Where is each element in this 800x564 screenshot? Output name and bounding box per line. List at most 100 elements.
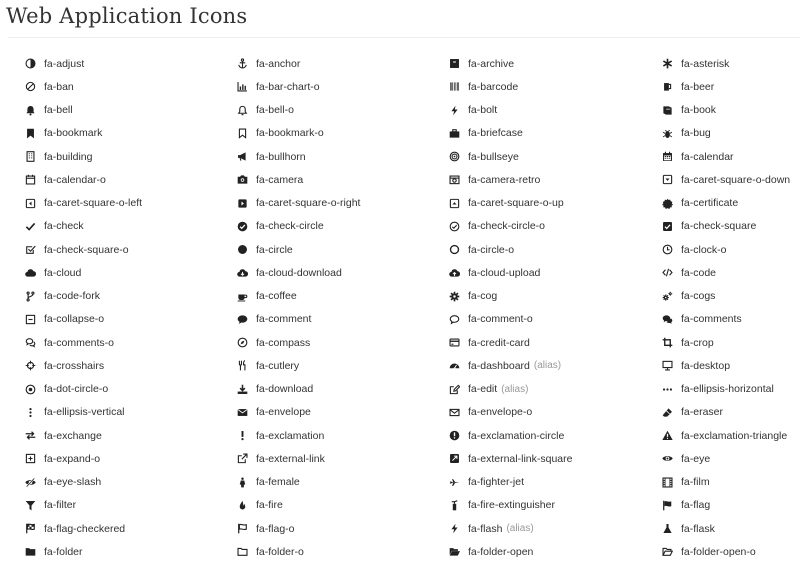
icon-list-item[interactable]: fa-compass xyxy=(212,331,424,354)
icon-list-item[interactable]: fa-building xyxy=(0,145,212,168)
icon-list-item[interactable]: fa-check-square-o xyxy=(0,238,212,261)
icon-list-item[interactable]: fa-envelope-o xyxy=(424,401,637,424)
icon-list-item[interactable]: fa-check-circle xyxy=(212,215,424,238)
icon-list-item[interactable]: fa-dot-circle-o xyxy=(0,378,212,401)
icon-list-item[interactable]: fa-camera xyxy=(212,168,424,191)
icon-list-item[interactable]: fa-folder xyxy=(0,540,212,563)
icon-list-item[interactable]: fa-credit-card xyxy=(424,331,637,354)
icon-list-item[interactable]: fa-camera-retro xyxy=(424,168,637,191)
icon-label: fa-bookmark xyxy=(44,127,103,140)
icon-list-item[interactable]: fa-fire xyxy=(212,494,424,517)
icon-list-item[interactable]: fa-comments xyxy=(637,308,800,331)
icon-label: fa-fighter-jet xyxy=(468,476,525,489)
icon-list-item[interactable]: fa-bug xyxy=(637,122,800,145)
icon-list-item[interactable]: fa-crosshairs xyxy=(0,354,212,377)
icon-list-item[interactable]: fa-bolt xyxy=(424,99,637,122)
icon-list-item[interactable]: fa-comment-o xyxy=(424,308,637,331)
icon-list-item[interactable]: fa-coffee xyxy=(212,285,424,308)
icon-list-item[interactable]: fa-flash (alias) xyxy=(424,517,637,540)
icon-list-item[interactable]: fa-book xyxy=(637,99,800,122)
icon-list-item[interactable]: fa-exclamation-triangle xyxy=(637,424,800,447)
icon-list-item[interactable]: fa-cogs xyxy=(637,285,800,308)
icon-list-item[interactable]: fa-folder-o xyxy=(212,540,424,563)
icon-label: fa-check-circle-o xyxy=(468,220,546,233)
icon-list-item[interactable]: fa-calendar-o xyxy=(0,168,212,191)
icon-list-item[interactable]: fa-caret-square-o-left xyxy=(0,192,212,215)
icon-list-item[interactable]: fa-flask xyxy=(637,517,800,540)
icon-list-item[interactable]: fa-eye-slash xyxy=(0,471,212,494)
icon-list-item[interactable]: fa-ban xyxy=(0,75,212,98)
icon-list-item[interactable]: fa-check xyxy=(0,215,212,238)
icon-list-item[interactable]: fa-barcode xyxy=(424,75,637,98)
icon-list-item[interactable]: fa-cog xyxy=(424,285,637,308)
icon-list-item[interactable]: fa-external-link-square xyxy=(424,447,637,470)
icon-list-item[interactable]: fa-fire-extinguisher xyxy=(424,494,637,517)
icon-list-item[interactable]: fa-filter xyxy=(0,494,212,517)
icon-list-item[interactable]: fa-film xyxy=(637,471,800,494)
icon-list-item[interactable]: fa-download xyxy=(212,378,424,401)
icon-list-item[interactable]: fa-calendar xyxy=(637,145,800,168)
icon-list-item[interactable]: fa-bullseye xyxy=(424,145,637,168)
icon-list-item[interactable]: fa-code-fork xyxy=(0,285,212,308)
icon-list-item[interactable]: fa-briefcase xyxy=(424,122,637,145)
icon-list-item[interactable]: fa-circle xyxy=(212,238,424,261)
icon-list-item[interactable]: fa-crop xyxy=(637,331,800,354)
icon-list-item[interactable]: fa-certificate xyxy=(637,192,800,215)
icon-list-item[interactable]: fa-folder-open xyxy=(424,540,637,563)
icon-list-item[interactable]: fa-flag xyxy=(637,494,800,517)
icon-list-item[interactable]: fa-collapse-o xyxy=(0,308,212,331)
icon-list-item[interactable]: fa-eye xyxy=(637,447,800,470)
icon-list-item[interactable]: fa-ellipsis-vertical xyxy=(0,401,212,424)
bullseye-icon xyxy=(448,151,460,163)
icon-label: fa-caret-square-o-down xyxy=(681,173,791,186)
icon-list-item[interactable]: fa-ellipsis-horizontal xyxy=(637,378,800,401)
icon-list-item[interactable]: fa-female xyxy=(212,471,424,494)
icon-list-item[interactable]: fa-expand-o xyxy=(0,447,212,470)
icon-list-item[interactable]: fa-flag-o xyxy=(212,517,424,540)
icon-list-item[interactable]: fa-exchange xyxy=(0,424,212,447)
icon-list-item[interactable]: fa-bookmark xyxy=(0,122,212,145)
icon-list-item[interactable]: fa-circle-o xyxy=(424,238,637,261)
icon-list-item[interactable]: fa-flag-checkered xyxy=(0,517,212,540)
icon-label: fa-cloud xyxy=(44,266,82,279)
icon-list-item[interactable]: fa-check-square xyxy=(637,215,800,238)
icon-list-item[interactable]: fa-comment xyxy=(212,308,424,331)
camera-icon xyxy=(236,174,248,186)
icon-list-item[interactable]: fa-caret-square-o-up xyxy=(424,192,637,215)
icon-list-item[interactable]: fa-beer xyxy=(637,75,800,98)
icon-list-item[interactable]: fa-bar-chart-o xyxy=(212,75,424,98)
icon-list-item[interactable]: fa-bookmark-o xyxy=(212,122,424,145)
icon-list-item[interactable]: fa-clock-o xyxy=(637,238,800,261)
icon-list-item[interactable]: fa-check-circle-o xyxy=(424,215,637,238)
icon-list-item[interactable]: fa-desktop xyxy=(637,354,800,377)
icon-list-item[interactable]: fa-cutlery xyxy=(212,354,424,377)
icon-list-item[interactable]: fa-archive xyxy=(424,52,637,75)
icon-list-item[interactable]: fa-anchor xyxy=(212,52,424,75)
icon-list-item[interactable]: fa-bell-o xyxy=(212,99,424,122)
icon-list-item[interactable]: fa-cloud xyxy=(0,261,212,284)
crosshairs-icon xyxy=(24,360,36,372)
icon-list-item[interactable]: fa-asterisk xyxy=(637,52,800,75)
icon-list-item[interactable]: fa-envelope xyxy=(212,401,424,424)
icon-list-item[interactable]: fa-exclamation-circle xyxy=(424,424,637,447)
icon-list-item[interactable]: fa-comments-o xyxy=(0,331,212,354)
icon-list-item[interactable]: fa-bullhorn xyxy=(212,145,424,168)
icon-list-item[interactable]: fa-eraser xyxy=(637,401,800,424)
icon-list-item[interactable]: fa-fighter-jet xyxy=(424,471,637,494)
icon-list-item[interactable]: fa-adjust xyxy=(0,52,212,75)
folder-icon xyxy=(24,546,36,558)
icon-list-item[interactable]: fa-cloud-download xyxy=(212,261,424,284)
icon-list-item[interactable]: fa-folder-open-o xyxy=(637,540,800,563)
icon-list-item[interactable]: fa-dashboard (alias) xyxy=(424,354,637,377)
icon-list-item[interactable]: fa-exclamation xyxy=(212,424,424,447)
icon-label: fa-code xyxy=(681,266,717,279)
icon-list-item[interactable]: fa-bell xyxy=(0,99,212,122)
icon-label: fa-adjust xyxy=(44,57,85,70)
icon-list-item[interactable]: fa-caret-square-o-right xyxy=(212,192,424,215)
icon-list-item[interactable]: fa-cloud-upload xyxy=(424,261,637,284)
icon-list-item[interactable]: fa-code xyxy=(637,261,800,284)
icon-list-item[interactable]: fa-caret-square-o-down xyxy=(637,168,800,191)
icon-list-item[interactable]: fa-edit (alias) xyxy=(424,378,637,401)
icon-label: fa-caret-square-o-left xyxy=(44,197,143,210)
icon-list-item[interactable]: fa-external-link xyxy=(212,447,424,470)
